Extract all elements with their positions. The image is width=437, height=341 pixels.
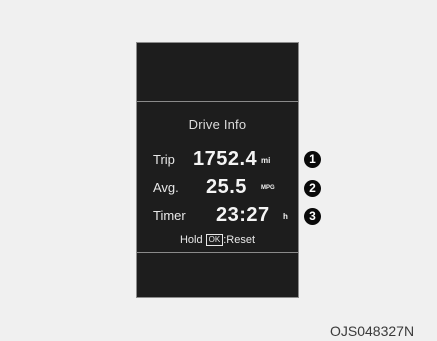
ok-key-icon: OK [205, 234, 224, 246]
hold-reset-hint: Hold OK:Reset [137, 234, 298, 246]
callout-1-badge: 1 [304, 151, 321, 168]
timer-unit: h [283, 212, 288, 221]
avg-label: Avg. [153, 180, 179, 195]
drive-info-title: Drive Info [188, 117, 247, 132]
callout-3-badge: 3 [304, 208, 321, 225]
timer-value: 23:27 [216, 204, 270, 226]
trip-unit: mi [261, 156, 271, 165]
bottom-divider [137, 252, 298, 253]
figure-code: OJS048327N [330, 323, 415, 339]
cluster-display-panel: Drive Info Trip 1752.4 mi Avg. 25.5 MPG … [136, 42, 299, 298]
callout-2-badge: 2 [304, 180, 321, 197]
hold-prefix: Hold [179, 234, 203, 246]
avg-value: 25.5 [206, 176, 247, 198]
trip-label: Trip [153, 152, 175, 167]
hold-suffix: :Reset [223, 234, 256, 246]
top-divider [137, 101, 298, 102]
trip-value: 1752.4 [193, 148, 258, 170]
timer-label: Timer [153, 208, 186, 223]
avg-unit: MPG [261, 185, 275, 191]
